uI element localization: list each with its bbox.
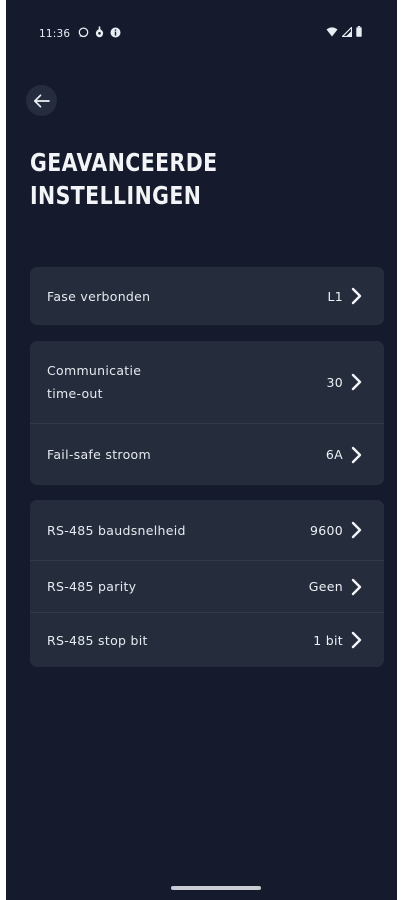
home-indicator[interactable] bbox=[171, 886, 261, 890]
chevron-right-icon bbox=[351, 446, 362, 463]
settings-group-phase: Fase verbonden L1 bbox=[30, 267, 384, 325]
whatsapp-icon bbox=[78, 26, 89, 37]
setting-label: Fase verbonden bbox=[47, 288, 151, 304]
setting-value: Geen bbox=[308, 579, 343, 594]
setting-value-group: Geen bbox=[309, 578, 362, 596]
setting-row-rs485-parity[interactable]: RS-485 parity Geen bbox=[30, 560, 384, 612]
system-icons bbox=[326, 26, 362, 37]
chevron-right-icon bbox=[351, 373, 362, 391]
setting-value-group: 1 bit bbox=[313, 631, 362, 649]
setting-value: 9600 bbox=[309, 522, 343, 538]
chevron-right-icon bbox=[351, 521, 362, 539]
page-title-text: GEAVANCEERDE INSTELLINGEN bbox=[30, 148, 218, 210]
wifi-icon bbox=[326, 26, 338, 36]
screen: 11:36 GEAVANCEERDE INSTELLINGEN Fase ver… bbox=[6, 0, 397, 900]
setting-value: 6A bbox=[325, 447, 343, 462]
usb-debug-icon bbox=[95, 26, 104, 38]
status-bar: 11:36 bbox=[6, 0, 397, 64]
setting-label: Fail-safe stroom bbox=[47, 447, 151, 462]
back-button[interactable] bbox=[26, 85, 57, 116]
chevron-right-icon bbox=[351, 631, 362, 649]
setting-label: RS-485 baudsnelheid bbox=[47, 522, 186, 538]
setting-value-group: 9600 bbox=[310, 521, 362, 539]
setting-row-fail-safe-stroom[interactable]: Fail-safe stroom 6A bbox=[30, 423, 384, 485]
settings-group-communication: Communicatie time-out 30 Fail-safe stroo… bbox=[30, 341, 384, 485]
chevron-right-icon bbox=[351, 287, 362, 305]
setting-row-rs485-stop-bit[interactable]: RS-485 stop bit 1 bit bbox=[30, 612, 384, 667]
setting-value: 1 bit bbox=[313, 632, 343, 648]
setting-value: L1 bbox=[327, 288, 343, 304]
setting-label: Communicatie time-out bbox=[47, 363, 142, 401]
setting-value-group: L1 bbox=[327, 287, 362, 305]
notification-icons bbox=[78, 26, 121, 38]
setting-label: RS-485 stop bit bbox=[47, 632, 148, 648]
setting-row-rs485-baudsnelheid[interactable]: RS-485 baudsnelheid 9600 bbox=[30, 500, 384, 560]
signal-icon bbox=[342, 26, 352, 37]
settings-group-rs485: RS-485 baudsnelheid 9600 RS-485 parity G… bbox=[30, 500, 384, 667]
setting-row-fase-verbonden[interactable]: Fase verbonden L1 bbox=[30, 267, 384, 325]
setting-value-group: 6A bbox=[326, 446, 362, 464]
setting-value-group: 30 bbox=[326, 373, 362, 391]
chevron-right-icon bbox=[351, 578, 362, 595]
arrow-left-icon bbox=[33, 93, 50, 108]
page-title: GEAVANCEERDE INSTELLINGEN bbox=[30, 146, 292, 212]
setting-label: RS-485 parity bbox=[47, 579, 137, 594]
info-icon bbox=[110, 27, 121, 37]
battery-icon bbox=[356, 26, 362, 37]
status-time: 11:36 bbox=[39, 28, 71, 40]
setting-value: 30 bbox=[326, 374, 343, 390]
setting-row-communicatie-time-out[interactable]: Communicatie time-out 30 bbox=[30, 341, 384, 423]
